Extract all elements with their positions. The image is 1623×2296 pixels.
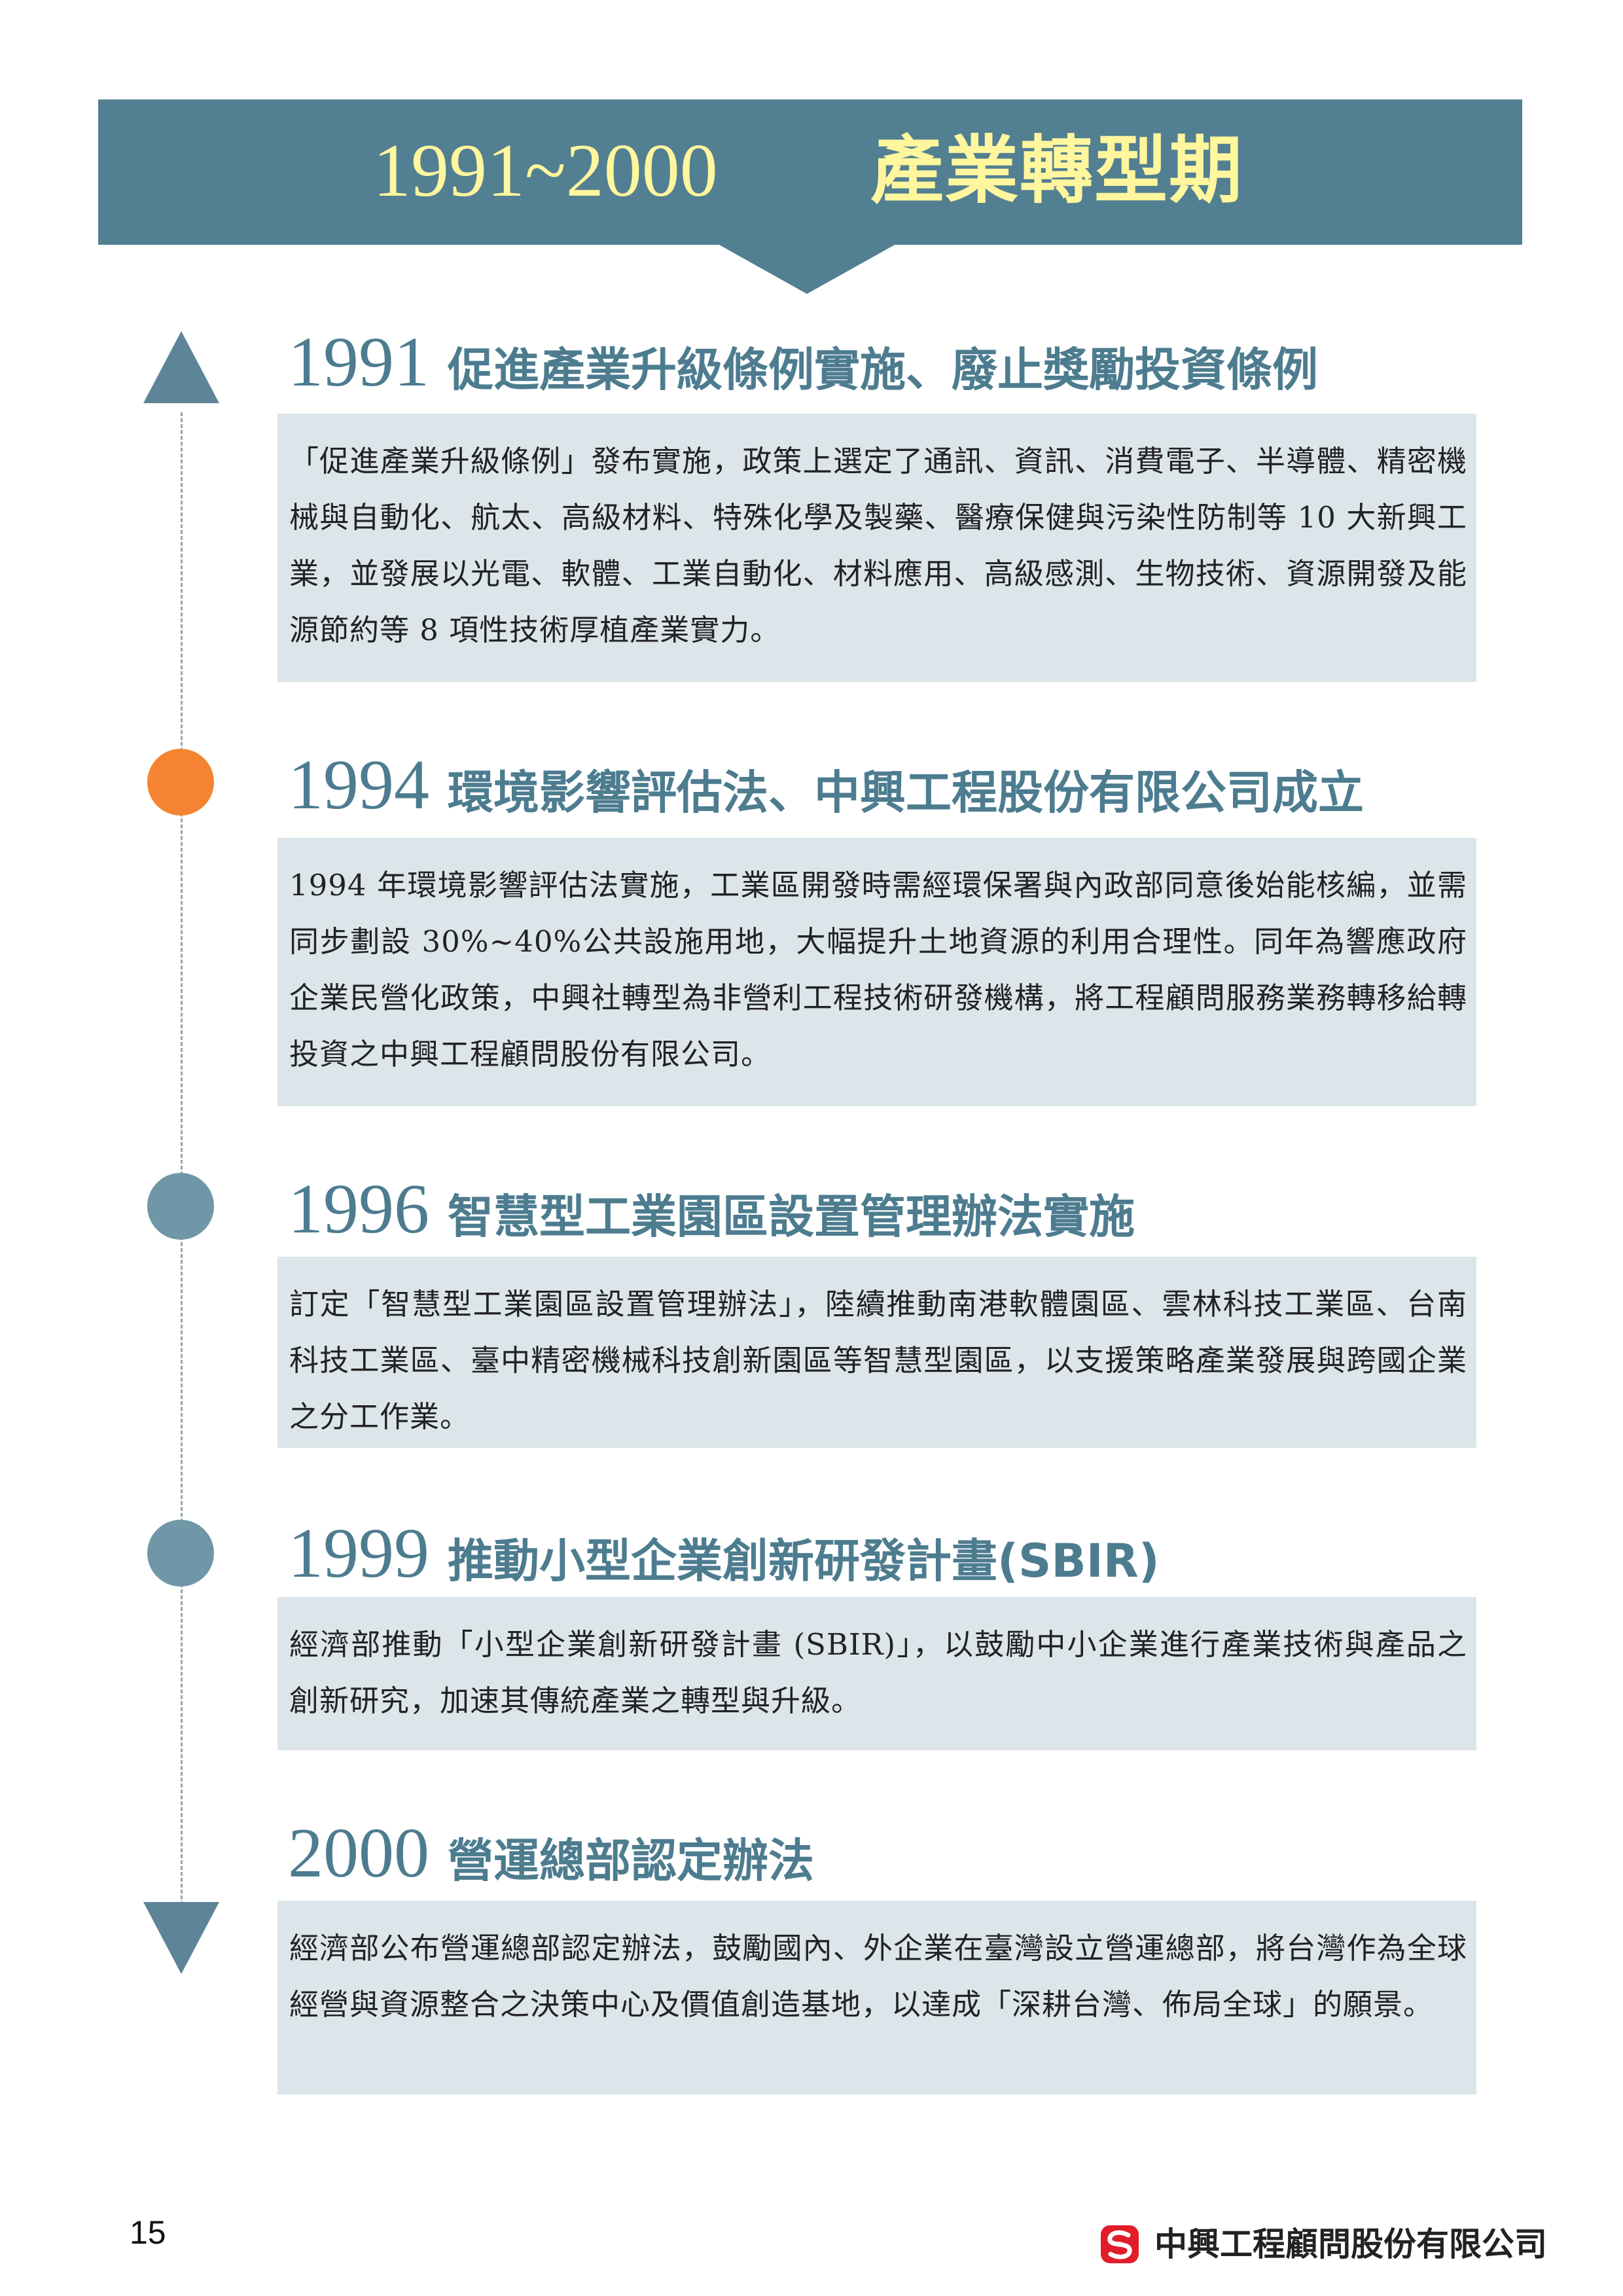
event-title: 營運總部認定辦法 (448, 1834, 814, 1888)
event-heading: 1994 環境影響評估法、中興工程股份有限公司成立 (288, 746, 1364, 825)
event-description-box: 經濟部推動「小型企業創新研發計畫 (SBIR)」，以鼓勵中小企業進行產業技術與產… (277, 1597, 1476, 1750)
page-number: 15 (130, 2214, 166, 2251)
timeline-marker-start (143, 331, 219, 403)
blue-dot-icon (147, 1173, 214, 1240)
blue-dot-icon (147, 1520, 214, 1587)
event-year: 1991 (288, 323, 429, 401)
event-heading: 1996 智慧型工業園區設置管理辦法實施 (288, 1170, 1135, 1249)
event-year: 1999 (288, 1515, 429, 1592)
timeline-marker-1994 (147, 749, 214, 816)
event-description-box: 「促進產業升級條例」發布實施，政策上選定了通訊、資訊、消費電子、半導體、精密機械… (277, 414, 1476, 682)
event-description-box: 訂定「智慧型工業園區設置管理辦法」，陸續推動南港軟體園區、雲林科技工業區、台南科… (277, 1257, 1476, 1448)
orange-dot-icon (147, 749, 214, 816)
event-description-box: 1994 年環境影響評估法實施，工業區開發時需經環保署與內政部同意後始能核編，並… (277, 838, 1476, 1106)
title-banner (98, 99, 1522, 245)
event-heading: 1999 推動小型企業創新研發計畫(SBIR) (288, 1515, 1160, 1593)
timeline-marker-1996 (147, 1173, 214, 1240)
timeline-marker-1999 (147, 1520, 214, 1587)
event-text: 訂定「智慧型工業園區設置管理辦法」，陸續推動南港軟體園區、雲林科技工業區、台南科… (289, 1287, 1467, 1434)
sinotech-logo-icon (1101, 2225, 1139, 2263)
banner-title: 產業轉型期 (870, 128, 1243, 213)
company-name: 中興工程顧問股份有限公司 (1154, 2225, 1547, 2263)
event-title: 環境影響評估法、中興工程股份有限公司成立 (448, 766, 1364, 819)
timeline-line (181, 412, 183, 1911)
event-text: 「促進產業升級條例」發布實施，政策上選定了通訊、資訊、消費電子、半導體、精密機械… (289, 444, 1467, 647)
event-heading: 2000 營運總部認定辦法 (288, 1814, 814, 1893)
timeline-marker-end (143, 1902, 219, 1974)
event-year: 1996 (288, 1170, 429, 1248)
event-description-box: 經濟部公布營運總部認定辦法，鼓勵國內、外企業在臺灣設立營運總部，將台灣作為全球經… (277, 1901, 1476, 2094)
triangle-down-icon (143, 1902, 219, 1974)
triangle-up-icon (143, 331, 219, 403)
event-text: 經濟部公布營運總部認定辦法，鼓勵國內、外企業在臺灣設立營運總部，將台灣作為全球經… (289, 1931, 1467, 2022)
event-title: 智慧型工業園區設置管理辦法實施 (448, 1190, 1135, 1244)
event-text: 1994 年環境影響評估法實施，工業區開發時需經環保署與內政部同意後始能核編，並… (289, 868, 1467, 1071)
banner-years: 1991~2000 (373, 129, 718, 213)
event-year: 2000 (288, 1814, 429, 1892)
event-year: 1994 (288, 746, 429, 824)
event-heading: 1991 促進產業升級條例實施、廢止獎勵投資條例 (288, 323, 1318, 402)
event-title: 推動小型企業創新研發計畫(SBIR) (448, 1534, 1160, 1588)
banner-arrow (718, 244, 896, 294)
event-text: 經濟部推動「小型企業創新研發計畫 (SBIR)」，以鼓勵中小企業進行產業技術與產… (289, 1627, 1467, 1718)
event-title: 促進產業升級條例實施、廢止獎勵投資條例 (448, 343, 1318, 397)
